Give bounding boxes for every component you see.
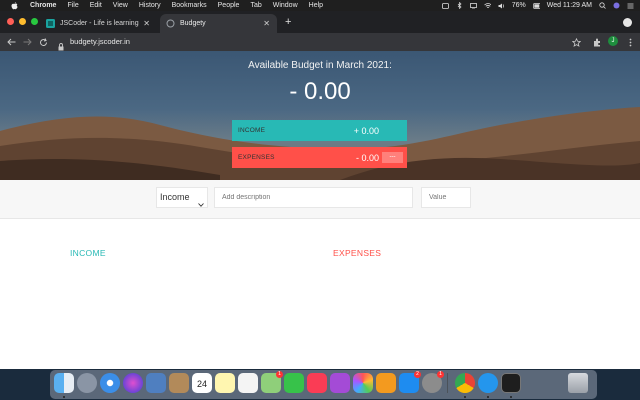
notification-badge: 2 — [414, 371, 421, 378]
apple-icon[interactable] — [10, 1, 18, 10]
clock[interactable]: Wed 11:29 AM — [547, 0, 592, 11]
desktop-background: 24 1 2 1 — [0, 369, 640, 400]
browser-toolbar: budgety.jscoder.in — [0, 33, 640, 51]
more-options-icon[interactable] — [625, 37, 635, 47]
budgety-favicon-icon — [166, 19, 175, 28]
chrome-icon[interactable] — [455, 373, 475, 393]
menu-file[interactable]: File — [67, 0, 78, 11]
notification-badge: 1 — [276, 371, 283, 378]
value-input[interactable] — [421, 187, 471, 208]
search-icon[interactable] — [599, 2, 606, 9]
tab-title: Budgety — [180, 20, 206, 27]
podcasts-icon[interactable] — [330, 373, 350, 393]
notification-badge: 1 — [437, 371, 444, 378]
income-summary-label: INCOME — [238, 127, 266, 134]
battery-icon[interactable] — [532, 2, 540, 9]
zoom-window-button[interactable] — [31, 18, 38, 25]
bookmark-star-icon[interactable] — [571, 37, 581, 47]
battery-percent: 76% — [511, 2, 526, 9]
income-summary-value: + 0.00 — [353, 125, 379, 136]
docker-icon[interactable] — [478, 373, 498, 393]
close-window-button[interactable] — [7, 18, 14, 25]
running-indicator — [464, 396, 466, 398]
income-summary: INCOME + 0.00 — [232, 120, 407, 141]
extensions-icon[interactable] — [592, 37, 602, 47]
expenses-summary-label: EXPENSES — [238, 154, 275, 161]
terminal-icon[interactable] — [501, 373, 521, 393]
description-input[interactable] — [214, 187, 413, 208]
dock: 24 1 2 1 — [50, 370, 597, 399]
menu-icon[interactable] — [627, 2, 634, 9]
siri-icon[interactable] — [123, 373, 143, 393]
tab-strip: JSCoder - Life is learning ✕ Budgety ✕ + — [0, 11, 640, 33]
menu-edit[interactable]: Edit — [90, 0, 102, 11]
expenses-summary: EXPENSES - 0.00 --- — [232, 147, 407, 168]
transaction-lists: INCOME EXPENSES — [0, 219, 640, 369]
volume-icon[interactable] — [498, 2, 505, 9]
chevron-down-icon — [198, 195, 204, 214]
tab-jscoder[interactable]: JSCoder - Life is learning ✕ — [40, 14, 157, 33]
reminders-icon[interactable] — [238, 373, 258, 393]
app-menu[interactable]: Chrome — [30, 0, 56, 11]
expenses-list-title: EXPENSES — [333, 248, 382, 258]
menu-view[interactable]: View — [113, 0, 128, 11]
reload-icon[interactable] — [38, 37, 48, 47]
menu-bar: Chrome File Edit View History Bookmarks … — [0, 0, 640, 11]
wifi-icon[interactable] — [483, 2, 491, 9]
trash-icon[interactable] — [568, 373, 588, 393]
forward-icon[interactable] — [22, 37, 32, 47]
menu-tab[interactable]: Tab — [250, 0, 261, 11]
profile-avatar[interactable]: J — [608, 36, 618, 46]
expenses-summary-value: - 0.00 — [355, 152, 379, 163]
expenses-percentage-badge: --- — [382, 152, 403, 163]
new-tab-button[interactable]: + — [285, 16, 291, 28]
chrome-menu-icon[interactable] — [623, 18, 632, 27]
close-tab-icon[interactable]: ✕ — [143, 19, 150, 28]
screen-icon[interactable] — [469, 2, 477, 9]
tab-budgety[interactable]: Budgety ✕ — [160, 14, 277, 33]
music-icon[interactable] — [307, 373, 327, 393]
menu-history[interactable]: History — [139, 0, 161, 11]
contacts-icon[interactable] — [169, 373, 189, 393]
finder-icon[interactable] — [54, 373, 74, 393]
type-select-value: Income — [160, 192, 190, 202]
menu-help[interactable]: Help — [309, 0, 323, 11]
menu-bookmarks[interactable]: Bookmarks — [172, 0, 207, 11]
launchpad-icon[interactable] — [77, 373, 97, 393]
facetime-icon[interactable] — [284, 373, 304, 393]
budget-header: Available Budget in March 2021: - 0.00 I… — [0, 51, 640, 180]
safari-icon[interactable] — [100, 373, 120, 393]
tab-title: JSCoder - Life is learning — [60, 20, 139, 27]
jscoder-favicon-icon — [46, 19, 55, 28]
budget-title: Available Budget in March 2021: — [248, 60, 392, 71]
income-list-title: INCOME — [70, 248, 106, 258]
menu-window[interactable]: Window — [273, 0, 298, 11]
type-select[interactable]: Income — [156, 187, 208, 208]
window-controls — [7, 18, 38, 25]
running-indicator — [63, 396, 65, 398]
siri-icon[interactable] — [613, 2, 620, 9]
running-indicator — [487, 396, 489, 398]
add-item-bar: Income — [0, 180, 640, 219]
address-bar[interactable]: budgety.jscoder.in — [55, 35, 605, 51]
budget-value: - 0.00 — [289, 78, 351, 105]
books-icon[interactable] — [376, 373, 396, 393]
running-indicator — [510, 396, 512, 398]
back-icon[interactable] — [6, 37, 16, 47]
notes-icon[interactable] — [215, 373, 235, 393]
bluetooth-icon[interactable] — [456, 2, 463, 9]
status-area: 76% Wed 11:29 AM — [441, 0, 634, 11]
url-text[interactable]: budgety.jscoder.in — [70, 35, 130, 49]
tray-icon[interactable] — [441, 2, 449, 9]
minimize-window-button[interactable] — [19, 18, 26, 25]
menu-people[interactable]: People — [218, 0, 240, 11]
close-tab-icon[interactable]: ✕ — [263, 19, 270, 28]
dock-divider — [447, 373, 448, 393]
photos-icon[interactable] — [353, 373, 373, 393]
calendar-icon[interactable]: 24 — [192, 373, 212, 393]
photos-viewer-icon[interactable] — [146, 373, 166, 393]
